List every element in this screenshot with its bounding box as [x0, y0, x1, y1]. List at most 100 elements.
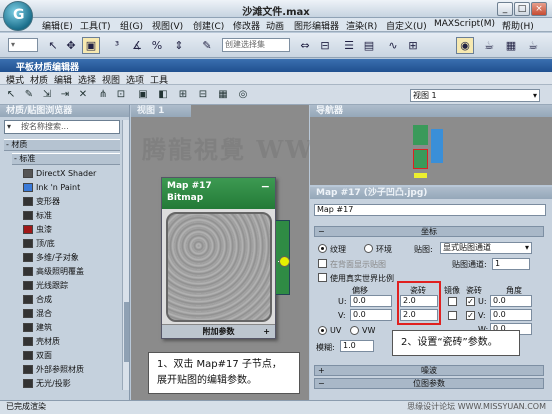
show-map-icon[interactable]: ▣	[136, 88, 150, 102]
material-editor-icon[interactable]: ◉	[456, 37, 474, 54]
selection-filter-dropdown[interactable]: ▾	[8, 38, 38, 52]
material-list-item[interactable]: 外部参照材质	[22, 363, 122, 376]
ribbon-icon[interactable]: ▤	[360, 37, 378, 54]
move-children-icon[interactable]: ⋔	[96, 88, 110, 102]
edit-named-sets-icon[interactable]: ✎	[198, 37, 216, 54]
material-list-item[interactable]: 双面	[22, 349, 122, 362]
select-tool-icon[interactable]: ↖	[4, 88, 18, 102]
angle-snap-icon[interactable]: ∡	[128, 37, 146, 54]
snap-3d-icon[interactable]: ³	[108, 37, 126, 54]
v-offset-field[interactable]: 0.0	[350, 309, 392, 321]
close-button[interactable]: ×	[531, 2, 547, 16]
expand-icon[interactable]: +	[263, 325, 270, 338]
material-list-item[interactable]: 光线跟踪	[22, 279, 122, 292]
group-materials[interactable]: - 材质	[4, 139, 120, 151]
select-by-material-icon[interactable]: ◎	[236, 88, 250, 102]
material-list-item[interactable]: 虫漆	[22, 223, 122, 236]
expand-rollout-icon: +	[318, 366, 325, 375]
menu-views[interactable]: 视图(V)	[152, 19, 183, 32]
view-select-dropdown[interactable]: 视图 1 ▾	[410, 89, 540, 102]
noise-rollout[interactable]: + 噪波	[314, 365, 544, 376]
move-icon[interactable]: ✥	[62, 37, 80, 54]
show-map-on-back-checkbox[interactable]	[318, 259, 327, 268]
select-object-icon[interactable]: ↖	[44, 37, 62, 54]
show-background-icon[interactable]: ◧	[156, 88, 170, 102]
output-socket-icon[interactable]	[279, 256, 290, 267]
material-list-item[interactable]: DirectX Shader	[22, 167, 122, 180]
named-selection-set[interactable]: 创建选择集	[222, 38, 290, 52]
menu-help[interactable]: 帮助(H)	[502, 19, 534, 32]
hide-unused-icon[interactable]: ⊡	[114, 88, 128, 102]
v-angle-field[interactable]: 0.0	[490, 309, 532, 321]
align-icon[interactable]: ⊟	[316, 37, 334, 54]
u-angle-field[interactable]: 0.0	[490, 295, 532, 307]
material-list-item[interactable]: 建筑	[22, 321, 122, 334]
material-list-item[interactable]: 顶/底	[22, 237, 122, 250]
menu-tools[interactable]: 工具(T)	[80, 19, 111, 32]
mapping-dropdown[interactable]: 显式贴图通道 ▾	[440, 242, 532, 254]
select-and-move-icon[interactable]: ▣	[82, 37, 100, 54]
material-list-item[interactable]: Ink 'n Paint	[22, 181, 122, 194]
rendered-frame-icon[interactable]: ▦	[502, 37, 520, 54]
vw-radio[interactable]	[350, 326, 359, 335]
mirror-icon[interactable]: ⇔	[296, 37, 314, 54]
layer-icon[interactable]: ☰	[340, 37, 358, 54]
coordinates-rollout[interactable]: − 坐标	[314, 226, 544, 237]
node-footer[interactable]: 附加参数 +	[162, 324, 275, 338]
app-logo-icon[interactable]: G	[3, 1, 33, 31]
schematic-view-icon[interactable]: ⊞	[404, 37, 422, 54]
u-mirror-checkbox[interactable]	[448, 297, 457, 306]
menu-maxscript[interactable]: MAXScript(M)	[434, 19, 495, 29]
spinner-snap-icon[interactable]: ⇕	[170, 37, 188, 54]
scroll-thumb[interactable]	[124, 302, 129, 362]
material-list-item[interactable]: 壳材质	[22, 335, 122, 348]
texture-radio[interactable]	[318, 244, 327, 253]
collapse-icon[interactable]: −	[261, 180, 270, 193]
material-list-item[interactable]: 多维/子对象	[22, 251, 122, 264]
layout-all-icon[interactable]: ⊞	[176, 88, 190, 102]
blur-field[interactable]: 1.0	[340, 340, 374, 352]
material-list-item[interactable]: 合成	[22, 293, 122, 306]
material-list-item[interactable]: 变形器	[22, 195, 122, 208]
u-tile-checkbox[interactable]: ✓	[466, 297, 475, 306]
menu-modifiers[interactable]: 修改器	[233, 19, 260, 32]
render-production-icon[interactable]: ☕	[524, 37, 542, 54]
environ-radio[interactable]	[364, 244, 373, 253]
menu-group[interactable]: 组(G)	[120, 19, 143, 32]
layout-children-icon[interactable]: ⊟	[196, 88, 210, 102]
material-list-item[interactable]: 标准	[22, 209, 122, 222]
bitmap-params-rollout[interactable]: − 位图参数	[314, 378, 544, 389]
menu-edit[interactable]: 编辑(E)	[42, 19, 73, 32]
put-to-scene-icon[interactable]: ⇲	[40, 88, 54, 102]
menu-animation[interactable]: 动画	[266, 19, 284, 32]
real-world-checkbox[interactable]	[318, 273, 327, 282]
minimize-button[interactable]: _	[497, 2, 513, 16]
group-standard[interactable]: - 标准	[12, 153, 120, 165]
material-list-item[interactable]: 无光/投影	[22, 377, 122, 390]
material-list-item[interactable]: 高级照明覆盖	[22, 265, 122, 278]
params-toggle-icon[interactable]: ▦	[216, 88, 230, 102]
pick-material-icon[interactable]: ✎	[22, 88, 36, 102]
delete-icon[interactable]: ✕	[76, 88, 90, 102]
v-mirror-checkbox[interactable]	[448, 311, 457, 320]
map-name-field[interactable]: Map #17	[314, 204, 546, 216]
material-list-item[interactable]: 混合	[22, 307, 122, 320]
v-tile-checkbox[interactable]: ✓	[466, 311, 475, 320]
browser-search-input[interactable]: ▾ 按名称搜索...	[4, 120, 120, 134]
percent-snap-icon[interactable]: %	[148, 37, 166, 54]
menu-graph-editors[interactable]: 图形编辑器	[294, 19, 339, 32]
map-node[interactable]: Map #17 Bitmap − 附加参数 +	[161, 177, 276, 339]
map-channel-field[interactable]: 1	[492, 258, 530, 270]
menu-create[interactable]: 创建(C)	[193, 19, 224, 32]
menu-customize[interactable]: 自定义(U)	[386, 19, 427, 32]
menu-rendering[interactable]: 渲染(R)	[346, 19, 377, 32]
nav-viewport-rect[interactable]	[413, 149, 428, 169]
maximize-button[interactable]: □	[514, 2, 530, 16]
browser-scrollbar[interactable]	[122, 120, 129, 390]
uv-radio[interactable]	[318, 326, 327, 335]
u-offset-field[interactable]: 0.0	[350, 295, 392, 307]
render-setup-icon[interactable]: ☕	[480, 37, 498, 54]
view-tab[interactable]: 视图 1	[131, 105, 191, 117]
assign-material-icon[interactable]: ⇥	[58, 88, 72, 102]
curve-editor-icon[interactable]: ∿	[384, 37, 402, 54]
